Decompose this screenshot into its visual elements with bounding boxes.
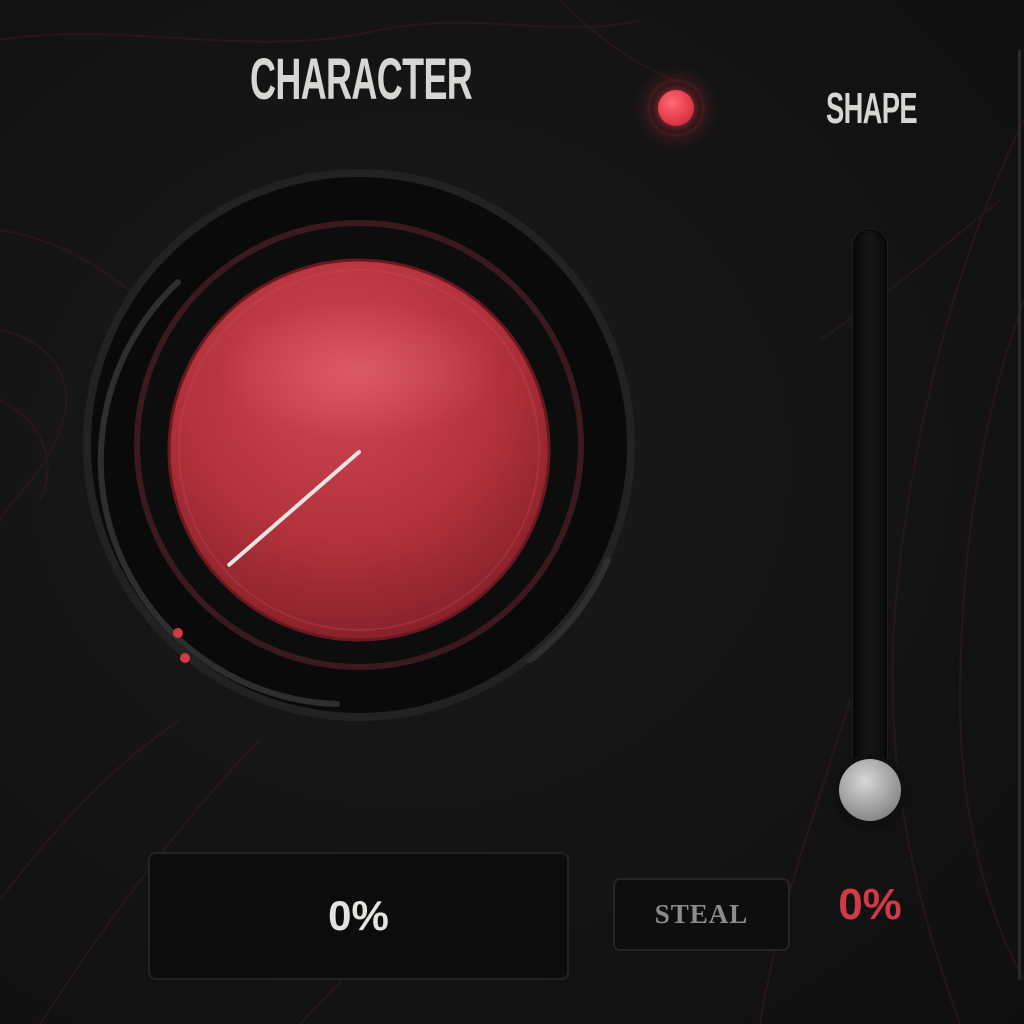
shape-slider-thumb[interactable] bbox=[839, 759, 901, 821]
shape-title: SHAPE bbox=[826, 84, 918, 133]
plugin-panel: CHARACTER SHAPE 0% STEAL 0% bbox=[0, 0, 1024, 1024]
shape-value: 0% bbox=[838, 880, 902, 929]
panel-divider bbox=[1018, 50, 1021, 980]
steal-button[interactable]: STEAL bbox=[613, 878, 790, 951]
character-value: 0% bbox=[328, 892, 389, 939]
character-value-display[interactable]: 0% bbox=[148, 852, 569, 980]
knob-min-marker bbox=[173, 628, 183, 638]
character-knob[interactable] bbox=[0, 0, 720, 760]
shape-slider-track[interactable] bbox=[853, 229, 887, 789]
knob-gloss bbox=[220, 300, 500, 440]
knob-min-marker-2 bbox=[180, 653, 190, 663]
steal-button-label: STEAL bbox=[654, 899, 749, 929]
